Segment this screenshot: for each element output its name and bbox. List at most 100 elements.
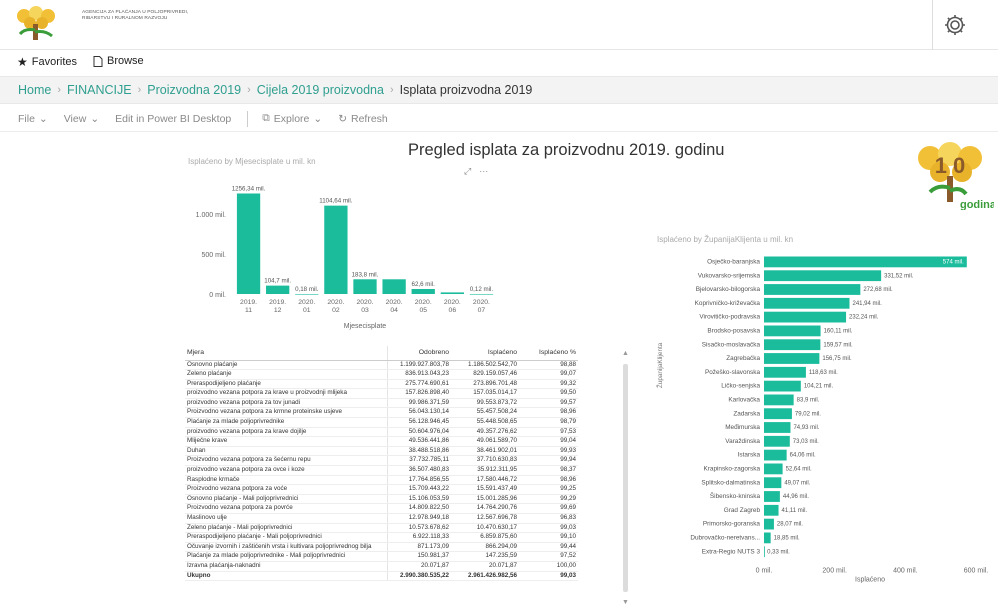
- cell-isplaceno-pct: 99,29: [519, 494, 578, 505]
- table-row[interactable]: proizvodno vezana potpora za krave dojil…: [185, 427, 578, 438]
- chart-bar[interactable]: [764, 366, 806, 378]
- chart-bar[interactable]: [764, 422, 791, 433]
- table-row[interactable]: Proizvodno vezana potpora za krmne prote…: [185, 407, 578, 419]
- table-row[interactable]: Duhan 38.488.518,86 38.461.902,01 99,93: [185, 446, 578, 457]
- chart-bar[interactable]: [764, 339, 821, 351]
- chart-bar[interactable]: [764, 463, 783, 475]
- cell-odobreno: 38.488.518,86: [386, 446, 451, 457]
- breadcrumb-financije[interactable]: FINANCIJE: [67, 83, 132, 97]
- file-menu[interactable]: File ⌄: [18, 113, 48, 125]
- breadcrumb-cijela-2019[interactable]: Cijela 2019 proizvodna: [257, 83, 384, 97]
- refresh-button[interactable]: ↻ Refresh: [338, 113, 388, 125]
- table-row[interactable]: Maslinovo ulje 12.978.949,18 12.567.696,78…: [185, 513, 578, 524]
- explore-menu[interactable]: ⧉ Explore ⌄: [262, 112, 322, 125]
- chart-bar[interactable]: [236, 193, 261, 294]
- chart-bar[interactable]: [764, 504, 779, 516]
- scroll-down-icon[interactable]: ▼: [622, 599, 629, 606]
- chart-bar[interactable]: [764, 297, 850, 309]
- chart-bar[interactable]: [764, 532, 771, 544]
- table-row[interactable]: Preraspodijeljeno plaćanje 275.774.690,61…: [185, 379, 578, 390]
- chart-bar[interactable]: [764, 394, 794, 406]
- favorites-button[interactable]: ★ Favorites: [17, 55, 77, 69]
- y-category-label: Međimurska: [725, 424, 760, 431]
- column-header-mjera[interactable]: Mjera: [185, 346, 387, 361]
- x-tick-label: 2020. 01: [298, 299, 315, 314]
- data-label: 79,02 mil.: [795, 411, 821, 417]
- chart-bar[interactable]: [469, 293, 494, 295]
- table-row[interactable]: Očuvanje izvornih i zaštićenih vrsta i k…: [185, 542, 578, 553]
- table-row[interactable]: Zeleno plaćanje 836.913.043,23 829.159.057…: [185, 369, 578, 380]
- county-payments-chart[interactable]: Osječko-baranjska 574 mil. Vukovarsko-srij…: [650, 250, 998, 585]
- table-row[interactable]: Plaćanje za mlade poljoprivrednike - Mal…: [185, 551, 578, 562]
- chart-bar[interactable]: [764, 477, 782, 489]
- y-category-label: Vukovarsko-srijemska: [698, 272, 761, 279]
- table-row[interactable]: Proizvodno vezana potpora za šećernu rep…: [185, 455, 578, 467]
- column-header-odobreno[interactable]: Odobreno: [386, 346, 451, 361]
- table-row[interactable]: Osnovno plaćanje 1.199.927.803,78 1.186.50…: [185, 360, 578, 371]
- table-header-row: Mjera Odobreno Isplaćeno Isplaćeno %: [185, 346, 578, 361]
- data-label: 73,03 mil.: [793, 439, 819, 445]
- y-category-label: Osječko-baranjska: [707, 259, 760, 266]
- x-tick-label: 2019. 11: [240, 299, 257, 314]
- table-total-row: Ukupno 2.990.380.535,22 2.961.426.982,56 99…: [185, 570, 578, 582]
- table-row[interactable]: Proizvodno vezana potpora za povrće 14.80…: [185, 503, 578, 514]
- chart-bar[interactable]: [353, 279, 377, 294]
- data-label: 64,06 mil.: [790, 453, 816, 459]
- view-menu[interactable]: View ⌄: [64, 113, 99, 125]
- column-header-isplaceno-pct[interactable]: Isplaćeno %: [519, 346, 578, 361]
- cell-isplaceno: 273.896.701,48: [451, 379, 519, 390]
- chart-bar[interactable]: [764, 311, 847, 323]
- chart-bar[interactable]: [324, 205, 348, 294]
- chart-bar[interactable]: [382, 279, 406, 294]
- chart-bar[interactable]: [764, 256, 967, 268]
- table-scrollbar[interactable]: ▲ ▼: [622, 350, 630, 606]
- column-header-isplaceno[interactable]: Isplaćeno: [451, 346, 519, 361]
- table-row[interactable]: proizvodno vezana potpora za tov junadi 9…: [185, 398, 578, 409]
- chart-bar[interactable]: [440, 292, 464, 294]
- table-row[interactable]: Plaćanje za mlade poljoprivrednike 56.128…: [185, 417, 578, 428]
- breadcrumb-home[interactable]: Home: [18, 83, 51, 97]
- table-row[interactable]: proizvodno vezana potpora za ovce i koze…: [185, 465, 578, 476]
- chart-bar[interactable]: [764, 518, 774, 530]
- apprrr-logo-icon[interactable]: [10, 6, 68, 42]
- scroll-thumb[interactable]: [623, 364, 628, 592]
- cell-mjera: Plaćanje za mlade poljoprivrednike - Mal…: [185, 551, 387, 562]
- table-row[interactable]: Osnovno plaćanje - Mali poljoprivrednici…: [185, 494, 578, 505]
- chart-bar[interactable]: [764, 270, 882, 282]
- y-category-label: Požeško-slavonska: [705, 369, 761, 376]
- chart-bar[interactable]: [764, 408, 792, 420]
- breadcrumb-proizvodna-2019[interactable]: Proizvodna 2019: [147, 83, 241, 97]
- scroll-up-icon[interactable]: ▲: [622, 350, 629, 357]
- data-label: 183,8 mil.: [352, 271, 379, 278]
- chart-bar[interactable]: [764, 284, 861, 295]
- data-label: 0,33 mil.: [767, 549, 790, 555]
- gear-icon[interactable]: [942, 12, 968, 38]
- edit-in-desktop-button[interactable]: Edit in Power BI Desktop: [115, 113, 231, 125]
- chart-bar[interactable]: [764, 449, 787, 461]
- chart-bar[interactable]: [266, 285, 290, 294]
- chart-bar[interactable]: [411, 288, 435, 294]
- chart-bar[interactable]: [764, 353, 820, 364]
- table-row[interactable]: Rasplodne krmače 17.764.856,55 17.580.446,…: [185, 475, 578, 486]
- total-label: Ukupno: [185, 570, 387, 582]
- cell-odobreno: 15.106.053,59: [386, 494, 451, 505]
- chart-bar[interactable]: [295, 293, 319, 295]
- data-label: 52,64 mil.: [786, 467, 812, 473]
- data-label: 160,11 mil.: [824, 329, 853, 335]
- table-row[interactable]: Mliječne krave 49.536.441,86 49.061.589,70…: [185, 436, 578, 447]
- data-label: 159,57 mil.: [823, 342, 853, 348]
- chart-bar[interactable]: [764, 546, 765, 558]
- chart-bar[interactable]: [764, 491, 780, 502]
- monthly-payments-chart[interactable]: 1.000 mil. 500 mil. 0 mil. 1256,34 mil. 2019…: [176, 172, 506, 332]
- cell-mjera: Preraspodijeljeno plaćanje - Mali poljop…: [185, 532, 387, 543]
- table-row[interactable]: Zeleno plaćanje - Mali poljoprivrednici 1…: [185, 523, 578, 534]
- data-label: 1256,34 mil.: [232, 185, 266, 192]
- table-row[interactable]: Preraspodijeljeno plaćanje - Mali poljop…: [185, 532, 578, 543]
- table-row[interactable]: Izravna plaćanja-naknadni 20.071,87 20.071…: [185, 561, 578, 572]
- chart-bar[interactable]: [764, 325, 821, 337]
- chart-bar[interactable]: [764, 435, 790, 447]
- browse-button[interactable]: Browse: [93, 55, 144, 67]
- table-row[interactable]: Proizvodno vezana potpora za voće 15.709.…: [185, 484, 578, 495]
- table-row[interactable]: proizvodno vezana potpora za krave u pro…: [185, 388, 578, 399]
- chart-bar[interactable]: [764, 380, 801, 392]
